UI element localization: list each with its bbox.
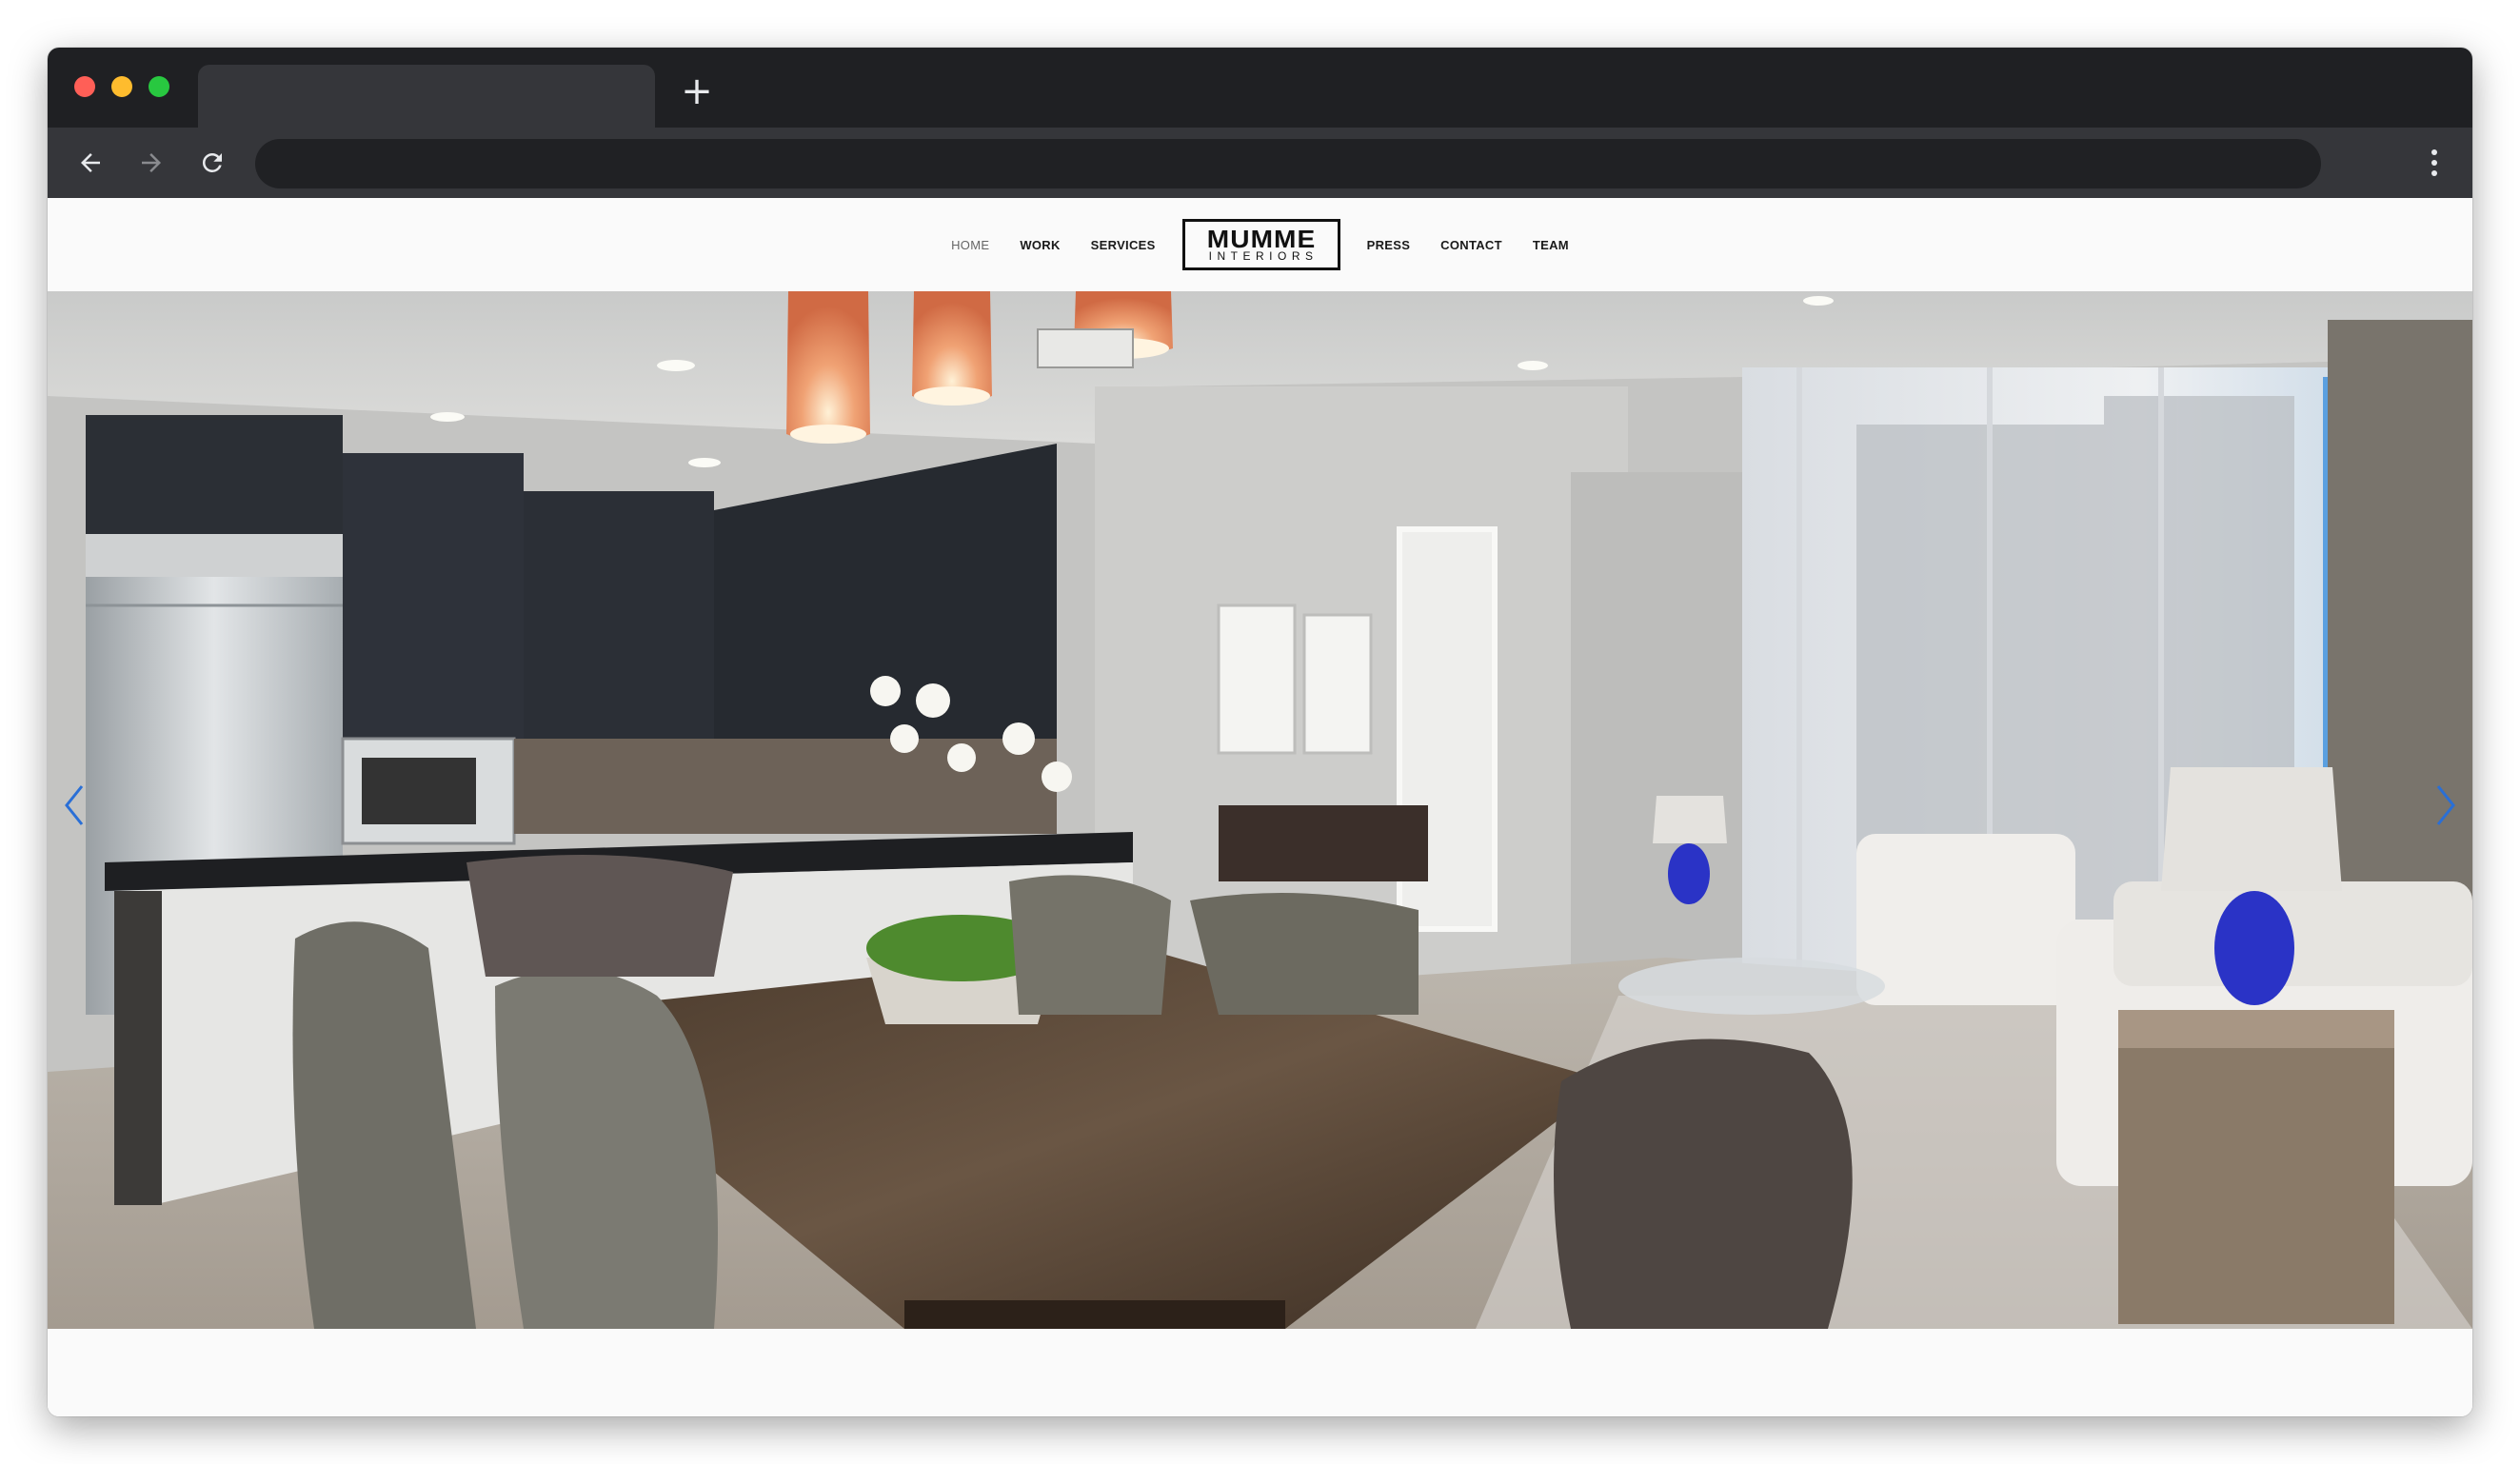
back-button[interactable]: [70, 143, 110, 183]
browser-window: + HOME WORK SERVICES MUMME INTERIORS PRE…: [48, 48, 2472, 1416]
page-viewport: HOME WORK SERVICES MUMME INTERIORS PRESS…: [48, 198, 2472, 1416]
browser-tab[interactable]: [198, 65, 655, 128]
nav-contact[interactable]: CONTACT: [1440, 238, 1502, 252]
tab-strip: +: [48, 48, 2472, 128]
nav-services[interactable]: SERVICES: [1091, 238, 1156, 252]
page-content-below-hero: [48, 1329, 2472, 1416]
slider-prev-button[interactable]: [55, 777, 93, 834]
reload-icon: [202, 152, 222, 172]
minimize-window-button[interactable]: [111, 76, 132, 97]
browser-toolbar: [48, 128, 2472, 198]
new-tab-button[interactable]: +: [680, 72, 714, 110]
slider-next-button[interactable]: [2427, 777, 2465, 834]
more-vert-icon[interactable]: [2425, 143, 2444, 183]
nav-press[interactable]: PRESS: [1367, 238, 1411, 252]
hero-slideshow: [48, 291, 2472, 1329]
nav-work[interactable]: WORK: [1020, 238, 1060, 252]
maximize-window-button[interactable]: [149, 76, 169, 97]
chevron-right-icon: [2436, 785, 2455, 825]
address-bar[interactable]: [255, 139, 2321, 188]
hero-photo: [48, 291, 2472, 1329]
site-logo[interactable]: MUMME INTERIORS: [1181, 219, 1340, 270]
nav-team[interactable]: TEAM: [1533, 238, 1569, 252]
reload-button[interactable]: [192, 143, 232, 183]
logo-wordmark: MUMME: [1206, 224, 1316, 253]
close-window-button[interactable]: [74, 76, 95, 97]
site-header: HOME WORK SERVICES MUMME INTERIORS PRESS…: [48, 198, 2472, 291]
forward-button[interactable]: [131, 143, 171, 183]
nav-home[interactable]: HOME: [951, 238, 989, 252]
back-arrow-icon: [81, 153, 100, 172]
forward-arrow-icon: [142, 153, 161, 172]
chevron-left-icon: [65, 785, 84, 825]
